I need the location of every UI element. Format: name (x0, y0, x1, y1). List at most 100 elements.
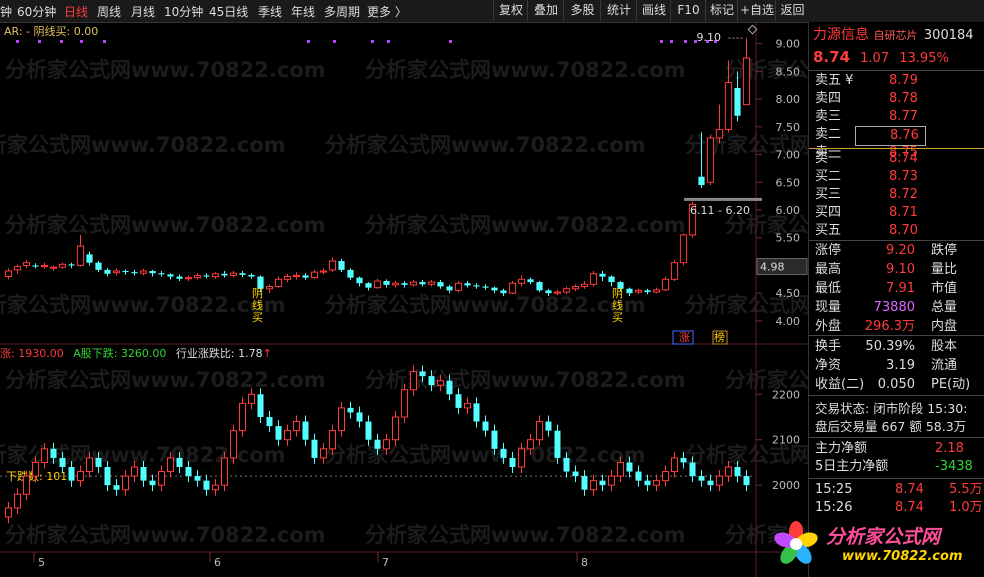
breadth-bar (464, 402, 471, 409)
stat-value: 73880 (873, 300, 915, 315)
period-tab[interactable]: 季线 (258, 3, 282, 20)
ask-label: 卖五 ¥ (815, 73, 854, 88)
candle-body (706, 137, 715, 183)
period-tab[interactable]: 月线 (131, 3, 155, 20)
breadth-bar (347, 407, 354, 413)
tool-button[interactable]: 多股 (563, 0, 601, 21)
stat-right-label: 市值 (931, 281, 958, 296)
stat-right-label: 量比 (931, 262, 958, 277)
ask-price: 8.77 (889, 109, 918, 124)
candle-body (580, 283, 589, 288)
breadth-bar (491, 430, 498, 449)
candle-body (644, 290, 651, 293)
breadth-bar (302, 421, 309, 440)
breadth-bar (122, 475, 129, 491)
candle-body (742, 57, 751, 106)
period-tab[interactable]: 日线 (64, 3, 88, 20)
candle-body (670, 262, 679, 280)
tool-button[interactable]: F10 (670, 0, 706, 21)
stock-code: 300184 (923, 28, 974, 43)
period-tab[interactable]: 10分钟 (164, 3, 203, 20)
breadth-bar (293, 421, 300, 432)
bid-price: 8.70 (889, 223, 918, 238)
tick-volume: 5.5万 (949, 482, 983, 497)
candle-body (203, 275, 210, 277)
candle-body (112, 270, 121, 274)
candle-body (724, 81, 733, 131)
lower-axis-label: 2000 (772, 479, 800, 492)
price-label: 4.00 (776, 315, 801, 328)
candle-body (527, 279, 534, 283)
buy-signal-label: 线 (612, 298, 623, 312)
stat-row: 涨停 9.20 跌停 (815, 242, 957, 260)
period-tab[interactable]: 年线 (291, 3, 315, 20)
candle-body (167, 274, 174, 277)
diamond-icon (747, 24, 758, 35)
signal-dot (16, 40, 19, 43)
bid-label: 买四 (815, 205, 842, 220)
watermark-text: 分析家公式网www.70822.com (5, 213, 326, 237)
period-tab[interactable]: 45日线 (209, 3, 248, 20)
breadth-bar (338, 407, 345, 432)
stat-right-label: PE(动) (931, 377, 971, 392)
tool-button[interactable]: 返回 (775, 0, 809, 21)
breadth-bar (626, 462, 633, 472)
breadth-bar (590, 480, 597, 491)
candle-body (715, 129, 724, 139)
breadth-bar (563, 457, 570, 472)
flow-label: 主力净额 (815, 441, 868, 456)
tool-button[interactable]: 复权 (493, 0, 528, 21)
watermark-text: 分析家公式网www.70822.com (325, 293, 646, 317)
period-tab[interactable]: 60分钟 (17, 3, 56, 20)
tool-button[interactable]: 叠加 (527, 0, 564, 21)
ask-row: 卖二 8.76 (815, 126, 926, 146)
tool-button[interactable]: 统计 (600, 0, 637, 21)
period-tab[interactable]: 更多 〉 (367, 3, 407, 20)
period-tab[interactable]: 周线 (97, 3, 121, 20)
tick-row: 15:25 8.74 5.5万 (815, 481, 983, 499)
candle-body (454, 282, 463, 291)
time-tick-label: 6 (214, 556, 221, 569)
breadth-bar (329, 430, 336, 450)
price-label: 4.50 (776, 287, 801, 300)
candle-body (491, 287, 498, 291)
lower-axis-label: 2100 (772, 434, 800, 447)
candle-body (265, 286, 274, 290)
breadth-bar (77, 471, 84, 482)
stat-value: 3.19 (886, 358, 915, 373)
stat-row: 最高 9.10 量比 (815, 261, 957, 279)
price-label: 8.50 (776, 65, 801, 78)
breadth-bar (554, 430, 561, 458)
breadth-bar (446, 380, 453, 395)
watermark-text: 分析家公式网www.70822.com (5, 368, 326, 392)
tick-time: 15:25 (815, 482, 853, 497)
ask-label: 卖四 (815, 91, 842, 106)
breadth-bar (194, 476, 201, 481)
period-tab[interactable]: 钟 (0, 3, 12, 20)
breadth-bar (320, 448, 327, 459)
signal-dot (387, 40, 390, 43)
stat-right-label: 内盘 (931, 319, 958, 334)
last-price: 8.74 (813, 48, 851, 66)
price-label: 9.00 (776, 38, 801, 51)
period-tab[interactable]: 多周期 (324, 3, 360, 20)
bid-label: 买五 (815, 223, 842, 238)
candle-body (409, 281, 418, 286)
time-tick-label: 7 (382, 556, 389, 569)
watermark-text: 分析家公式网www.70822.com (365, 58, 686, 82)
kline-chart[interactable]: 分析家公式网www.70822.com 分析家公式网www.70822.com 分析… (0, 22, 808, 577)
signal-dot (660, 40, 663, 43)
tool-button[interactable]: 画线 (636, 0, 671, 21)
tool-button[interactable]: +自选 (737, 0, 776, 21)
candle-body (599, 273, 606, 277)
breadth-bar (113, 485, 120, 490)
breadth-bar (743, 476, 750, 486)
candle-body (545, 290, 552, 294)
tool-button[interactable]: 标记 (705, 0, 738, 21)
signal-dot (670, 40, 673, 43)
signal-dot (80, 40, 83, 43)
bid-label: 买一 (815, 151, 842, 166)
current-price-label: 4.98 (760, 261, 785, 274)
price-label: 7.00 (776, 149, 801, 162)
price-line: 8.74 1.07 13.95% (813, 48, 949, 66)
